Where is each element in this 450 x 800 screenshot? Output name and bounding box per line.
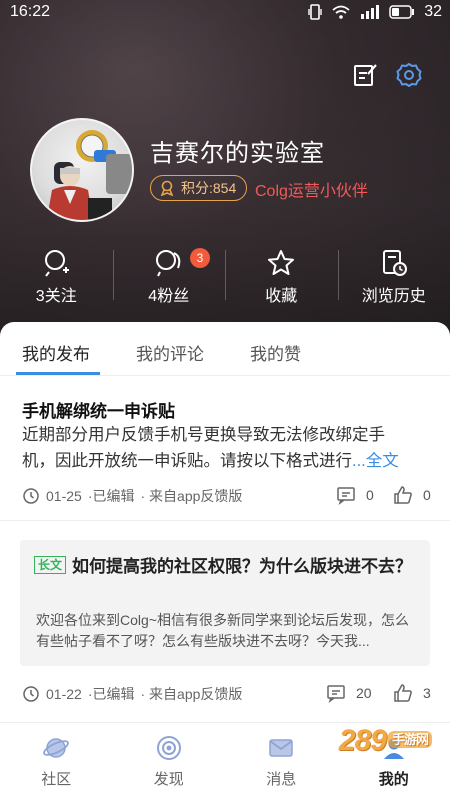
post-excerpt: 近期部分用户反馈手机号更换导致无法修改绑定手 机，因此开放统一申诉贴。请按以下格… xyxy=(22,422,432,474)
points-icon xyxy=(160,180,174,196)
fans-icon xyxy=(155,250,181,277)
post-meta: 01-22 ·已编辑 · 来自app反馈版 xyxy=(22,684,242,704)
post-like-count: 3 xyxy=(423,685,431,701)
post-card[interactable]: 长文 如何提高我的社区权限？为什么版块进不去？ 欢迎各位来到Colg~相信有很多新… xyxy=(20,540,430,666)
tab-my-comments[interactable]: 我的评论 xyxy=(136,340,204,365)
active-tab-indicator xyxy=(16,372,100,375)
planet-icon xyxy=(43,738,70,758)
stat-fans-label: 4粉丝 xyxy=(148,288,190,305)
points-label: 积分:854 xyxy=(181,180,237,196)
post-excerpt: 欢迎各位来到Colg~相信有很多新同学来到论坛后发现，怎么有些帖子看不了呀？怎么… xyxy=(36,612,409,649)
signal-icon xyxy=(361,5,380,19)
post-date: 01-22 xyxy=(46,686,82,702)
post-comment-count: 20 xyxy=(356,685,372,701)
stats-row: 3关注 4粉丝 收藏 浏览历史 xyxy=(0,248,450,308)
edit-icon[interactable] xyxy=(352,62,378,88)
discover-icon xyxy=(156,736,181,760)
watermark-suffix: 手游网 xyxy=(387,731,432,748)
thumbs-up-icon xyxy=(394,486,412,504)
post-likes[interactable]: 0 xyxy=(393,485,431,505)
points-badge[interactable]: 积分:854 xyxy=(150,175,248,201)
nav-messages[interactable]: 消息 xyxy=(225,723,338,800)
follow-icon xyxy=(45,250,70,277)
long-article-tag: 长文 xyxy=(34,556,67,574)
profile-name: 吉赛尔的实验室 xyxy=(150,140,325,167)
stat-history[interactable]: 浏览历史 xyxy=(337,248,450,308)
watermark-brand: 289 xyxy=(338,724,387,757)
avatar[interactable] xyxy=(30,118,134,222)
stat-following[interactable]: 3关注 xyxy=(0,248,113,308)
wifi-icon xyxy=(332,5,350,19)
read-more-link[interactable]: 全文 xyxy=(366,452,399,470)
clock-icon xyxy=(23,488,39,504)
post-comments[interactable]: 20 xyxy=(326,683,372,703)
partner-title: Colg运营小伙伴 xyxy=(255,183,368,200)
post-edited: ·已编辑 xyxy=(87,488,135,504)
stat-favorites-label: 收藏 xyxy=(265,288,298,305)
post-edited: ·已编辑 xyxy=(87,686,135,702)
post-title-text: 如何提高我的社区权限？为什么版块进不去？ xyxy=(72,557,413,576)
stat-following-label: 3关注 xyxy=(35,288,77,305)
post-source: · 来自app反馈版 xyxy=(140,488,243,504)
mail-icon xyxy=(269,739,293,757)
nav-discover[interactable]: 发现 xyxy=(113,723,226,800)
post-excerpt-line-2: 机，因此开放统一申诉贴。请按以下格式进行...全文 xyxy=(22,448,432,474)
nav-profile-label: 我的 xyxy=(378,771,409,788)
clock-icon xyxy=(23,686,39,702)
stat-history-label: 浏览历史 xyxy=(361,288,426,305)
post-like-count: 0 xyxy=(423,487,431,503)
status-time: 16:22 xyxy=(10,3,51,20)
post-excerpt-line-1: 近期部分用户反馈手机号更换导致无法修改绑定手 xyxy=(22,426,385,444)
post-meta: 01-25 ·已编辑 · 来自app反馈版 xyxy=(22,486,242,506)
battery-icon xyxy=(389,5,415,19)
stat-favorites[interactable]: 收藏 xyxy=(225,248,338,308)
post-divider xyxy=(0,520,450,521)
comment-icon xyxy=(337,487,355,505)
tab-bar: 我的发布 我的评论 我的赞 xyxy=(0,322,450,376)
star-icon xyxy=(268,250,295,275)
nav-discover-label: 发现 xyxy=(153,771,184,788)
battery-level: 32 xyxy=(424,3,442,20)
post-title: 长文 如何提高我的社区权限？为什么版块进不去？ xyxy=(34,554,419,579)
tab-my-posts[interactable]: 我的发布 xyxy=(22,340,90,365)
history-icon xyxy=(382,250,407,276)
nav-community-label: 社区 xyxy=(41,771,72,788)
settings-icon[interactable] xyxy=(396,62,422,88)
post-date: 01-25 xyxy=(46,488,82,504)
comment-icon xyxy=(327,685,345,703)
status-bar: 16:22 32 xyxy=(0,0,450,26)
post-comments[interactable]: 0 xyxy=(336,485,374,505)
post-excerpt-text: 机，因此开放统一申诉贴。请按以下格式进行 xyxy=(22,452,352,470)
nav-community[interactable]: 社区 xyxy=(0,723,113,800)
vibrate-icon xyxy=(308,4,322,20)
avatar-character-image xyxy=(46,130,132,220)
nav-messages-label: 消息 xyxy=(266,771,297,788)
tab-my-likes[interactable]: 我的赞 xyxy=(250,340,301,365)
post-comment-count: 0 xyxy=(366,487,374,503)
thumbs-up-icon xyxy=(394,684,412,702)
post-source: · 来自app反馈版 xyxy=(140,686,243,702)
fans-notification-badge: 3 xyxy=(190,248,210,268)
ellipsis: ... xyxy=(352,452,366,470)
post-title: 手机解绑统一申诉贴 xyxy=(22,402,175,421)
site-watermark: 289 手游网 xyxy=(339,724,432,758)
post-likes[interactable]: 3 xyxy=(393,683,431,703)
